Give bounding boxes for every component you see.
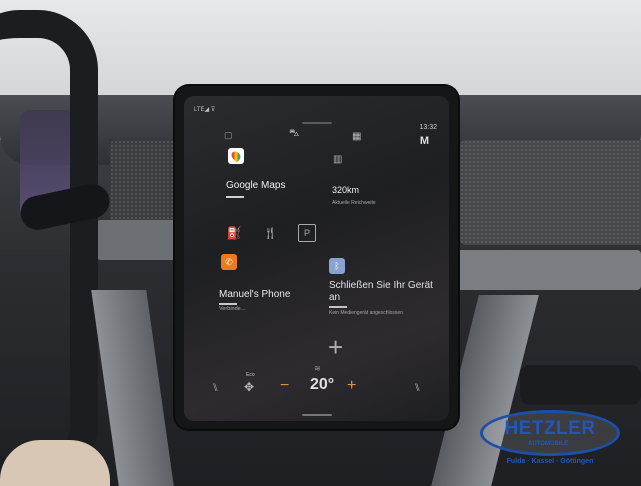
menu-icon[interactable]: ▢ [224,131,233,140]
infotainment-screen[interactable]: LTE◢ ⊽ ▢ ⛍ ▦ 13:32 M Google Maps ▥ 320km… [184,96,449,421]
drag-handle-top[interactable] [302,122,332,124]
parking-icon[interactable]: P [298,224,316,242]
temperature-decrease-button[interactable]: − [280,377,289,395]
maps-tile-underline [226,196,244,198]
logo-cities: Fulda · Kassel · Göttingen [506,458,594,465]
range-subtitle: Aktuelle Reichweite [332,200,376,206]
logo-name: HETZLER [504,418,596,439]
phone-status: Verbinde... [219,306,246,312]
restaurant-icon[interactable]: 🍴︎ [262,225,278,241]
bluetooth-icon[interactable]: ᛒ [329,258,345,274]
fuel-station-icon[interactable]: ⛽ [226,225,242,241]
range-gauge-icon: ▥ [333,154,343,165]
center-console-left [91,290,174,486]
add-widget-button[interactable]: + [328,332,343,363]
phone-tile-label[interactable]: Manuel's Phone [219,289,290,300]
eco-label: Eco [246,372,255,378]
bluetooth-status: Kein Mediengerät angeschlossen [329,310,403,316]
temperature-increase-button[interactable]: + [347,377,356,395]
dash-trim-right [455,250,641,290]
dealer-logo: HETZLER AUTOMOBILE Fulda · Kassel · Gött… [480,408,620,474]
app-grid-icon[interactable]: ▦ [352,132,361,142]
drag-handle-bottom[interactable] [302,414,332,416]
car-icon[interactable]: ⛍ [289,129,299,139]
steering-wheel [0,10,98,486]
climate-icon[interactable]: ≋ [314,364,321,373]
speaker-grille-right [460,140,641,245]
google-maps-icon[interactable] [228,148,244,164]
car-interior-photo: LTE◢ ⊽ ▢ ⛍ ▦ 13:32 M Google Maps ▥ 320km… [0,0,641,486]
clock: 13:32 [419,124,437,131]
bluetooth-tile-underline [329,306,347,308]
phone-icon[interactable]: ✆ [221,254,237,270]
bluetooth-tile-label[interactable]: Schließen Sie Ihr Gerät an [329,280,439,304]
seat-heater-right-icon[interactable]: ⑊ [414,382,421,394]
temperature-value[interactable]: 20° [310,376,334,394]
range-value[interactable]: 320km [332,185,359,195]
logo-subtitle: AUTOMOBILE [528,441,569,447]
seat-heater-left-icon[interactable]: ⑊ [212,382,219,394]
profile-button[interactable]: M [420,136,429,147]
fan-icon[interactable]: ✥ [244,380,254,394]
air-vent-right [520,365,641,405]
poi-shortcuts: ⛽ 🍴︎ P [226,224,316,242]
phone-tile-underline [219,303,237,305]
status-indicators: LTE◢ ⊽ [194,107,216,113]
passenger-knee [0,440,110,486]
maps-tile-label[interactable]: Google Maps [226,180,285,191]
